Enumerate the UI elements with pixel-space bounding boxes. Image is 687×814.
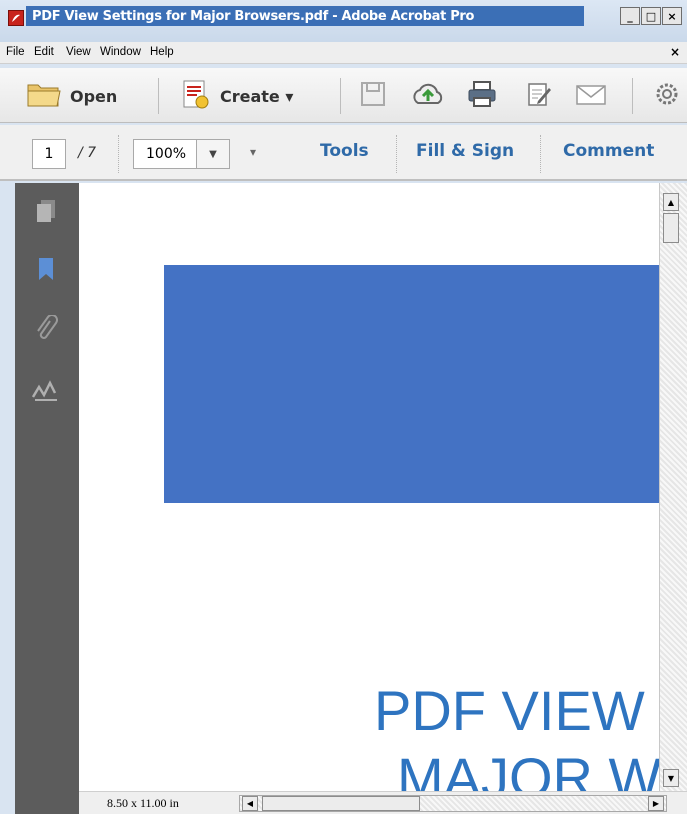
tab-divider bbox=[540, 135, 541, 173]
close-button[interactable]: × bbox=[662, 7, 682, 25]
title-bar: PDF View Settings for Major Browsers.pdf… bbox=[0, 0, 687, 44]
scroll-right-arrow[interactable]: ▶ bbox=[648, 796, 664, 811]
edit-button[interactable] bbox=[524, 80, 554, 112]
toolbar-divider bbox=[118, 135, 119, 173]
settings-button[interactable] bbox=[652, 80, 682, 112]
scroll-down-arrow[interactable]: ▼ bbox=[663, 769, 679, 787]
toolbar-divider bbox=[158, 78, 159, 114]
window-title: PDF View Settings for Major Browsers.pdf… bbox=[28, 8, 479, 25]
scroll-left-arrow[interactable]: ◀ bbox=[242, 796, 258, 811]
create-label: Create ▾ bbox=[220, 86, 294, 106]
main-toolbar: Open Create ▾ bbox=[0, 68, 687, 123]
bookmark-icon[interactable] bbox=[30, 253, 62, 285]
create-pdf-icon bbox=[178, 78, 212, 114]
vertical-scrollbar[interactable]: ▲ ▼ bbox=[659, 183, 687, 793]
page-size-label: 8.50 x 11.00 in bbox=[107, 796, 179, 810]
save-button[interactable] bbox=[358, 80, 388, 112]
menu-file[interactable]: File bbox=[6, 46, 25, 58]
pages-icon[interactable] bbox=[30, 195, 62, 227]
signature-icon[interactable] bbox=[30, 375, 62, 407]
horizontal-scroll-thumb[interactable] bbox=[262, 796, 420, 811]
document-title-line-1: PDF VIEW bbox=[374, 679, 645, 742]
navigation-toolbar: 1 / 7 100% ▼ ▾ Tools Fill & Sign Comment bbox=[0, 125, 687, 181]
page-total: / 7 bbox=[78, 145, 97, 161]
paperclip-icon[interactable] bbox=[30, 313, 62, 345]
acrobat-window: PDF View Settings for Major Browsers.pdf… bbox=[0, 0, 687, 814]
open-button[interactable]: Open bbox=[26, 80, 117, 112]
tab-tools[interactable]: Tools bbox=[320, 141, 369, 161]
menu-edit[interactable]: Edit bbox=[34, 46, 54, 58]
banner-rectangle bbox=[164, 265, 659, 503]
navigation-pane bbox=[15, 183, 79, 814]
tab-divider bbox=[396, 135, 397, 173]
vertical-scroll-thumb[interactable] bbox=[663, 213, 679, 243]
zoom-dropdown[interactable]: ▼ bbox=[196, 139, 230, 169]
toolbar-divider bbox=[340, 78, 341, 114]
open-label: Open bbox=[70, 86, 118, 106]
more-tools-icon[interactable]: ▾ bbox=[250, 145, 256, 159]
tab-fill-sign[interactable]: Fill & Sign bbox=[416, 141, 514, 161]
cloud-upload-icon bbox=[410, 79, 446, 113]
save-icon bbox=[358, 79, 388, 113]
scroll-up-arrow[interactable]: ▲ bbox=[663, 193, 679, 211]
email-icon bbox=[574, 79, 608, 113]
menu-help[interactable]: Help bbox=[150, 46, 174, 58]
page-viewport: PDF VIEW MAJOR W bbox=[79, 183, 659, 791]
page-number-input[interactable]: 1 bbox=[32, 139, 66, 169]
menu-window[interactable]: Window bbox=[100, 46, 141, 58]
horizontal-scrollbar[interactable]: ◀ ▶ bbox=[239, 795, 667, 812]
create-button[interactable]: Create ▾ bbox=[178, 80, 293, 112]
zoom-input[interactable]: 100% bbox=[133, 139, 197, 169]
acrobat-icon[interactable] bbox=[8, 10, 24, 26]
minimize-button[interactable]: _ bbox=[620, 7, 640, 25]
upload-button[interactable] bbox=[410, 80, 446, 112]
folder-icon bbox=[26, 79, 62, 113]
printer-icon bbox=[466, 79, 498, 113]
menu-view[interactable]: View bbox=[66, 46, 91, 58]
document-close-button[interactable]: × bbox=[670, 45, 680, 59]
document-title-line-2: MAJOR W bbox=[397, 746, 659, 791]
tab-comment[interactable]: Comment bbox=[563, 141, 654, 161]
print-button[interactable] bbox=[466, 80, 498, 112]
maximize-button[interactable]: □ bbox=[641, 7, 661, 25]
menu-bar: File Edit View Window Help × bbox=[0, 42, 687, 64]
gear-icon bbox=[652, 79, 682, 113]
email-button[interactable] bbox=[574, 80, 608, 112]
status-bar: 8.50 x 11.00 in ◀ ▶ bbox=[79, 791, 687, 814]
document-view[interactable]: PDF VIEW MAJOR W bbox=[79, 183, 659, 791]
window-controls: _ □ × bbox=[620, 7, 682, 25]
toolbar-divider bbox=[632, 78, 633, 114]
edit-icon bbox=[524, 79, 554, 113]
